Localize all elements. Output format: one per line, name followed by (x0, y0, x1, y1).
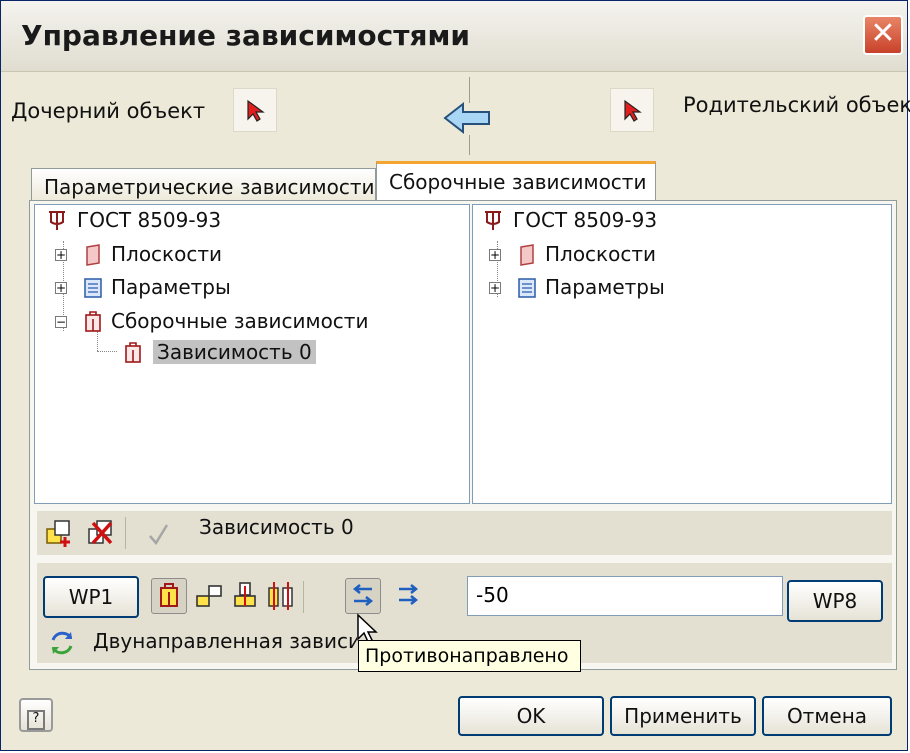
angle-icon[interactable] (263, 578, 299, 614)
opposed-button[interactable] (345, 578, 381, 614)
right-tree[interactable]: ГОСТ 8509-93 + Плоскости + Параметры (472, 204, 892, 504)
tree-item-label: Плоскости (111, 242, 223, 266)
align-icon[interactable] (191, 578, 227, 614)
dependency-dialog: Управление зависимостями ✕ Дочерний объе… (0, 0, 910, 751)
arrow-left-icon[interactable] (443, 101, 491, 135)
assembly-constraint-icon (85, 311, 101, 332)
dependency-name: Зависимость 0 (199, 515, 354, 539)
part-icon (485, 211, 501, 230)
tree-root-label: ГОСТ 8509-93 (513, 208, 658, 232)
expand-icon[interactable]: + (55, 249, 67, 261)
wp-left-button[interactable]: WP1 (43, 576, 139, 618)
close-icon: ✕ (870, 16, 896, 51)
separator-line-bottom (469, 135, 470, 155)
tab-parametric[interactable]: Параметрические зависимости (31, 168, 376, 202)
cancel-button[interactable]: Отмена (762, 696, 892, 736)
pick-child-button[interactable] (233, 88, 277, 132)
tree-root-label: ГОСТ 8509-93 (77, 208, 222, 232)
expand-icon[interactable]: + (489, 249, 501, 261)
window-title: Управление зависимостями (21, 19, 470, 52)
tree-item-label: Параметры (545, 275, 665, 299)
parameters-icon (84, 278, 102, 298)
planes-icon (520, 244, 534, 266)
bidirectional-label: Двунаправленная зависи (93, 629, 357, 653)
collapse-icon[interactable]: − (55, 316, 67, 328)
title-bar[interactable]: Управление зависимостями ✕ (1, 1, 907, 72)
part-icon (49, 211, 65, 230)
assembly-constraint-icon (125, 342, 141, 363)
parent-object-label: Родительский объект (683, 93, 910, 117)
tree-guide (97, 331, 98, 351)
tree-item-label: Сборочные зависимости (111, 309, 369, 333)
left-tree[interactable]: ГОСТ 8509-93 + Плоскости + Параметры − С… (34, 204, 470, 504)
parameters-icon (518, 278, 536, 298)
delete-dependency-icon[interactable] (83, 515, 119, 551)
separator-line-top (469, 77, 470, 103)
tab-assembly[interactable]: Сборочные зависимости (376, 161, 656, 202)
dependency-toolbar: Зависимость 0 (37, 511, 892, 555)
help-button[interactable]: ? (19, 698, 53, 732)
apply-button[interactable]: Применить (610, 696, 756, 736)
cursor-pick-icon (247, 99, 265, 122)
tooltip: Противонаправлено (358, 640, 581, 672)
mate-type-button[interactable] (151, 578, 187, 614)
tree-item-label: Параметры (111, 275, 231, 299)
planes-icon (86, 244, 100, 266)
tree-guide (97, 351, 117, 352)
tree-item-label: Плоскости (545, 242, 657, 266)
expand-icon[interactable]: + (55, 282, 67, 294)
add-dependency-icon[interactable] (41, 515, 77, 551)
help-icon: ? (27, 710, 45, 730)
opposed-direction-icon (352, 584, 374, 606)
cursor-pick-icon (624, 99, 642, 122)
child-object-label: Дочерний объект (11, 99, 206, 123)
wp-right-button[interactable]: WP8 (787, 580, 883, 622)
tree-selected-label: Зависимость 0 (153, 340, 316, 364)
refresh-bidirectional-icon[interactable] (47, 628, 77, 658)
toolbar-separator (125, 517, 126, 549)
expand-icon[interactable]: + (489, 282, 501, 294)
pick-parent-button[interactable] (610, 88, 654, 132)
insert-icon[interactable] (227, 578, 263, 614)
offset-input[interactable]: -50 (467, 576, 783, 616)
mate-icon (160, 583, 178, 607)
ok-button[interactable]: OK (458, 696, 604, 736)
close-button[interactable]: ✕ (863, 15, 903, 55)
check-icon[interactable] (141, 517, 177, 553)
toolbar-separator (303, 581, 304, 613)
aligned-direction-icon[interactable] (391, 578, 427, 614)
